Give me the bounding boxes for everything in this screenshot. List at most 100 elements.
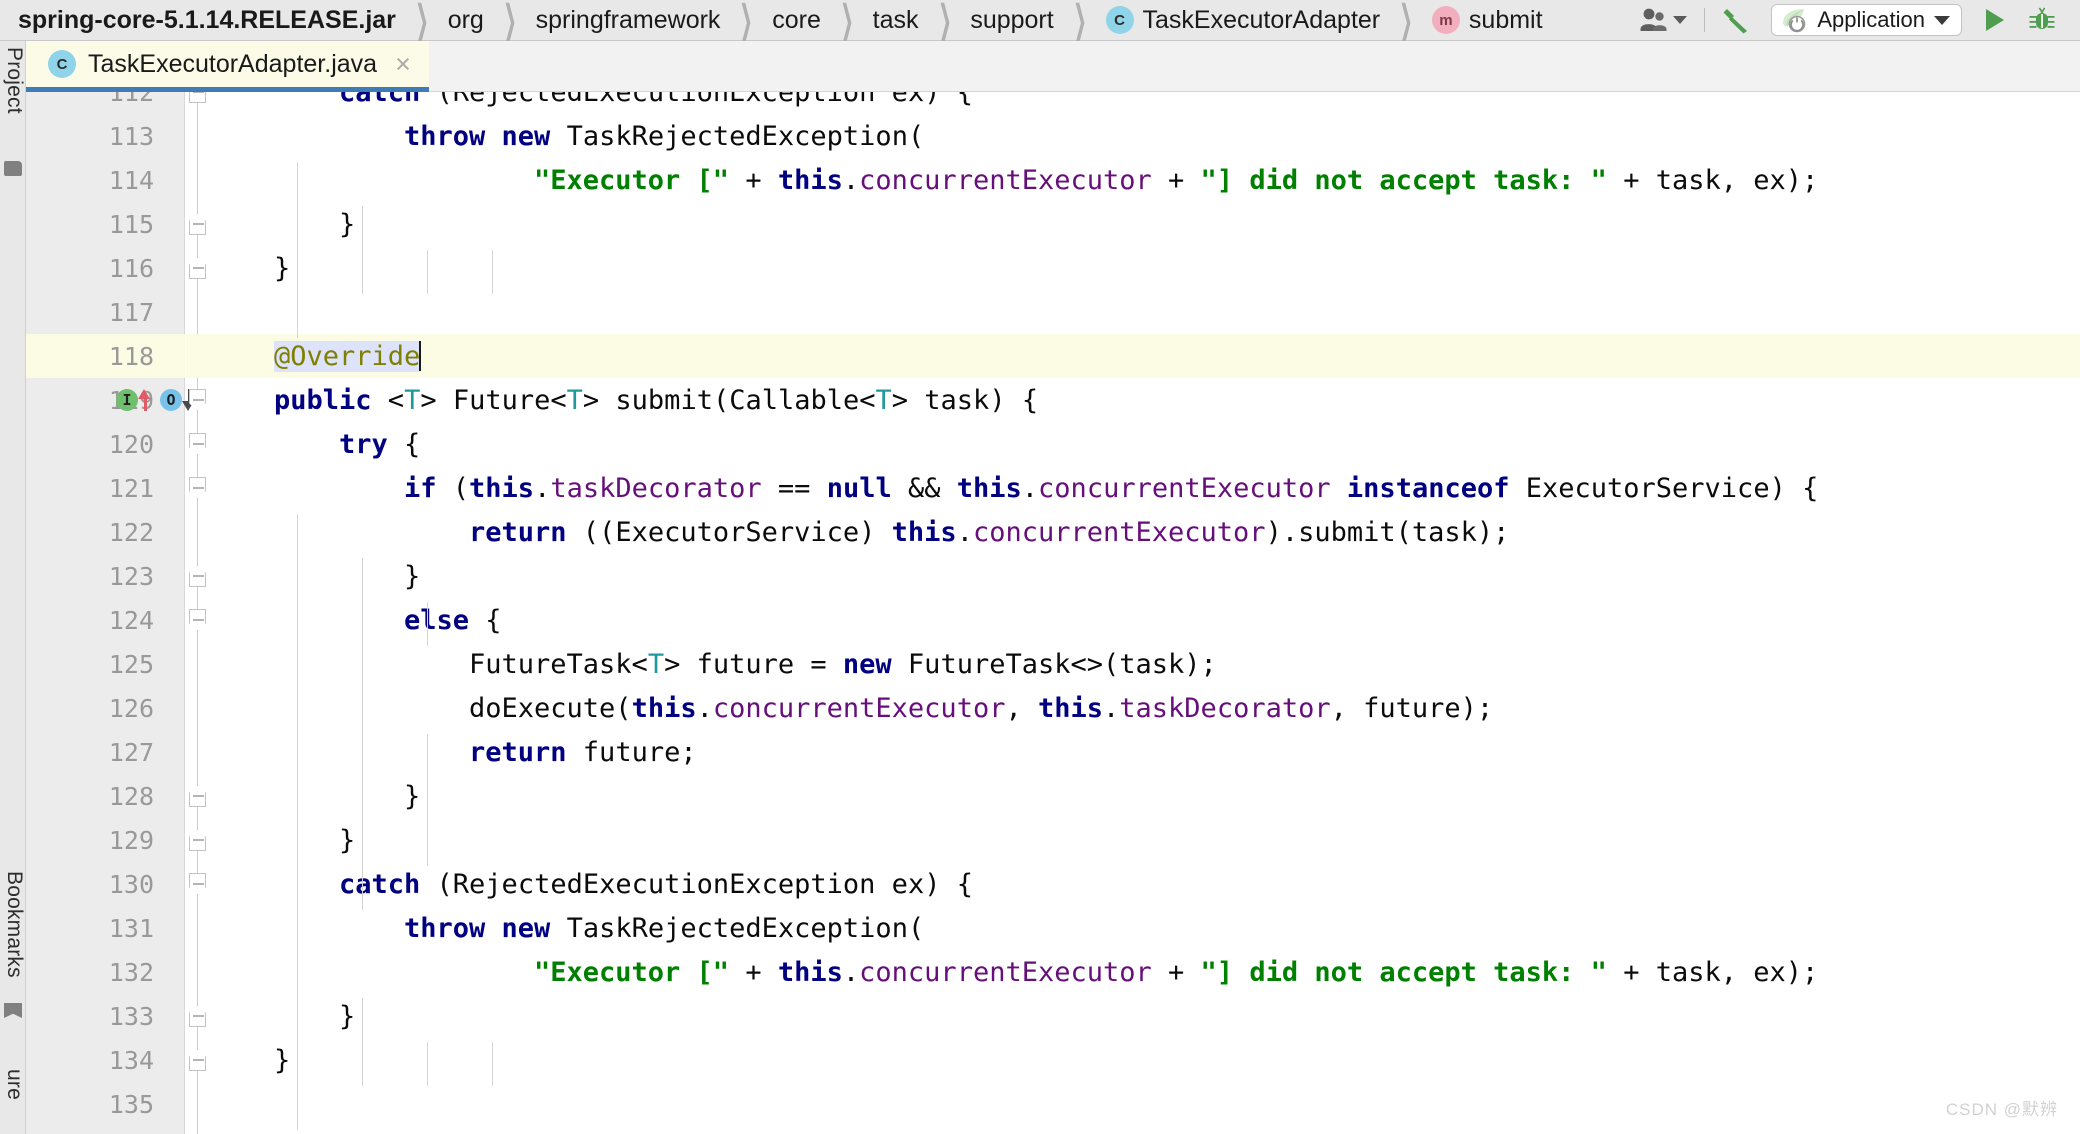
editor-line[interactable]: 118 @Override [26, 334, 2080, 378]
code-text[interactable]: else { [404, 598, 502, 642]
implementing-method-marker[interactable]: I [116, 389, 150, 411]
code-text[interactable]: } [274, 246, 290, 290]
editor-line[interactable]: 114 "Executor [" + this. concurrentExecuto… [26, 158, 2080, 202]
breadcrumb[interactable]: spring-core-5.1.14.RELEASE.jar ❯ org ❯ sprin… [0, 0, 1630, 42]
breadcrumb-item-task[interactable]: task [871, 6, 921, 35]
fold-down-icon[interactable] [185, 389, 209, 411]
editor-line[interactable]: 130 catch (RejectedExecutionException ex)… [26, 862, 2080, 906]
breadcrumb-item-spring-core-5-1-14-release-jar[interactable]: spring-core-5.1.14.RELEASE.jar [16, 6, 398, 35]
code-token: . [534, 472, 551, 504]
code-token: if [404, 472, 437, 504]
indent-guide [297, 734, 298, 778]
breadcrumb-item-taskexecutoradapter[interactable]: C TaskExecutorAdapter [1104, 6, 1383, 35]
line-number: 112 [108, 92, 154, 107]
breadcrumb-label: springframework [535, 5, 721, 34]
close-icon[interactable]: × [395, 50, 411, 78]
code-text[interactable]: return ((ExecutorService) this. concurren… [469, 510, 1509, 554]
indent-guide [427, 602, 428, 646]
debug-button[interactable] [2018, 0, 2066, 41]
fold-down-icon[interactable] [185, 433, 209, 455]
editor-line[interactable]: 121 if (this. taskDecorator == null && thi… [26, 466, 2080, 510]
fold-down-icon[interactable] [185, 477, 209, 499]
code-text[interactable]: return future; [469, 730, 697, 774]
code-text[interactable]: } [274, 1038, 290, 1082]
breadcrumb-item-core[interactable]: core [770, 6, 823, 35]
gutter-markers[interactable]: IO [116, 378, 194, 422]
code-token: doExecute( [469, 692, 632, 724]
editor-line[interactable]: 117 [26, 290, 2080, 334]
editor-line[interactable]: 128} [26, 774, 2080, 818]
code-editor[interactable]: 112 catch (RejectedExecutionException ex)… [26, 92, 2080, 1134]
indent-guide [492, 1042, 493, 1086]
editor-line[interactable]: 125 FutureTask< T > future = new FutureTask… [26, 642, 2080, 686]
editor-line[interactable]: 112 catch (RejectedExecutionException ex)… [26, 92, 2080, 114]
fold-down-icon[interactable] [185, 609, 209, 631]
sidebar-item-structure[interactable]: ure [0, 1069, 26, 1100]
code-token: "] did not accept task: " [1200, 164, 1607, 196]
breadcrumb-label: org [447, 5, 484, 34]
sidebar-item-bookmarks[interactable]: Bookmarks [0, 871, 26, 978]
code-token: taskDecorator [550, 472, 762, 504]
editor-line[interactable]: 120 try { [26, 422, 2080, 466]
fold-up-icon[interactable] [185, 565, 209, 587]
vcs-user-button[interactable] [1630, 0, 1696, 41]
editor-line[interactable]: 113 throw new TaskRejectedException( [26, 114, 2080, 158]
code-token: FutureTask< [469, 648, 648, 680]
fold-up-icon[interactable] [185, 829, 209, 851]
code-text[interactable]: doExecute(this. concurrentExecutor, this.… [469, 686, 1493, 730]
editor-line[interactable]: 119IOpublic <T> Future<T> submit(Callabl… [26, 378, 2080, 422]
editor-line[interactable]: 116} [26, 246, 2080, 290]
code-text[interactable]: } [339, 818, 355, 862]
code-text[interactable]: if (this. taskDecorator == null && this. c… [404, 466, 1818, 510]
code-token: + [1151, 164, 1201, 196]
code-text[interactable]: public < T > Future< T > submit(Callable< T > … [274, 378, 1038, 422]
build-project-button[interactable] [1713, 0, 1763, 41]
editor-line[interactable]: 132 "Executor [" + this. concurrentExecuto… [26, 950, 2080, 994]
run-configuration-selector[interactable]: Application [1771, 4, 1962, 36]
fold-up-icon[interactable] [185, 213, 209, 235]
code-text[interactable]: catch (RejectedExecutionException ex) { [339, 862, 973, 906]
editor-line[interactable]: 135 [26, 1082, 2080, 1126]
editor-line[interactable]: 133} [26, 994, 2080, 1038]
breadcrumb-item-org[interactable]: org [446, 6, 486, 35]
code-text[interactable]: "Executor [" + this. concurrentExecutor +… [534, 158, 1818, 202]
code-text[interactable]: throw new TaskRejectedException( [404, 114, 924, 158]
code-text[interactable]: } [404, 554, 420, 598]
code-text[interactable]: @Override [274, 334, 422, 378]
editor-line[interactable]: 127 return future; [26, 730, 2080, 774]
breadcrumb-item-springframework[interactable]: springframework [534, 6, 723, 35]
code-text[interactable]: throw new TaskRejectedException( [404, 906, 924, 950]
code-token: new [842, 648, 892, 680]
tab-taskexecutoradapter[interactable]: C TaskExecutorAdapter.java × [26, 41, 429, 92]
code-text[interactable]: } [404, 774, 420, 818]
editor-line[interactable]: 123} [26, 554, 2080, 598]
code-text[interactable]: } [339, 202, 355, 246]
code-text[interactable]: "Executor [" + this. concurrentExecutor +… [534, 950, 1818, 994]
line-number: 115 [108, 209, 154, 239]
breadcrumb-item-support[interactable]: support [968, 6, 1055, 35]
fold-up-icon[interactable] [185, 1005, 209, 1027]
editor-line[interactable]: 129} [26, 818, 2080, 862]
fold-up-icon[interactable] [185, 1049, 209, 1071]
editor-line[interactable]: 122 return ((ExecutorService) this. concur… [26, 510, 2080, 554]
code-text[interactable]: catch (RejectedExecutionException ex) { [339, 92, 973, 114]
breadcrumb-item-submit[interactable]: m submit [1430, 6, 1545, 35]
fold-down-icon[interactable] [185, 873, 209, 895]
code-token: , future); [1330, 692, 1494, 724]
code-token: throw [404, 912, 486, 944]
sidebar-item-project[interactable]: Project [0, 47, 26, 114]
editor-line[interactable]: 131 throw new TaskRejectedException( [26, 906, 2080, 950]
code-token: > future = [664, 648, 843, 680]
code-token: ((ExecutorService) [566, 516, 892, 548]
code-text[interactable]: try { [339, 422, 420, 466]
editor-line[interactable]: 124 else { [26, 598, 2080, 642]
run-button[interactable] [1970, 0, 2018, 41]
fold-up-icon[interactable] [185, 92, 209, 103]
fold-up-icon[interactable] [185, 257, 209, 279]
editor-line[interactable]: 126 doExecute(this. concurrentExecutor, th… [26, 686, 2080, 730]
code-text[interactable]: FutureTask< T > future = new FutureTask<>(… [469, 642, 1217, 686]
editor-line[interactable]: 134} [26, 1038, 2080, 1082]
code-text[interactable]: } [339, 994, 355, 1038]
fold-up-icon[interactable] [185, 785, 209, 807]
editor-line[interactable]: 115} [26, 202, 2080, 246]
